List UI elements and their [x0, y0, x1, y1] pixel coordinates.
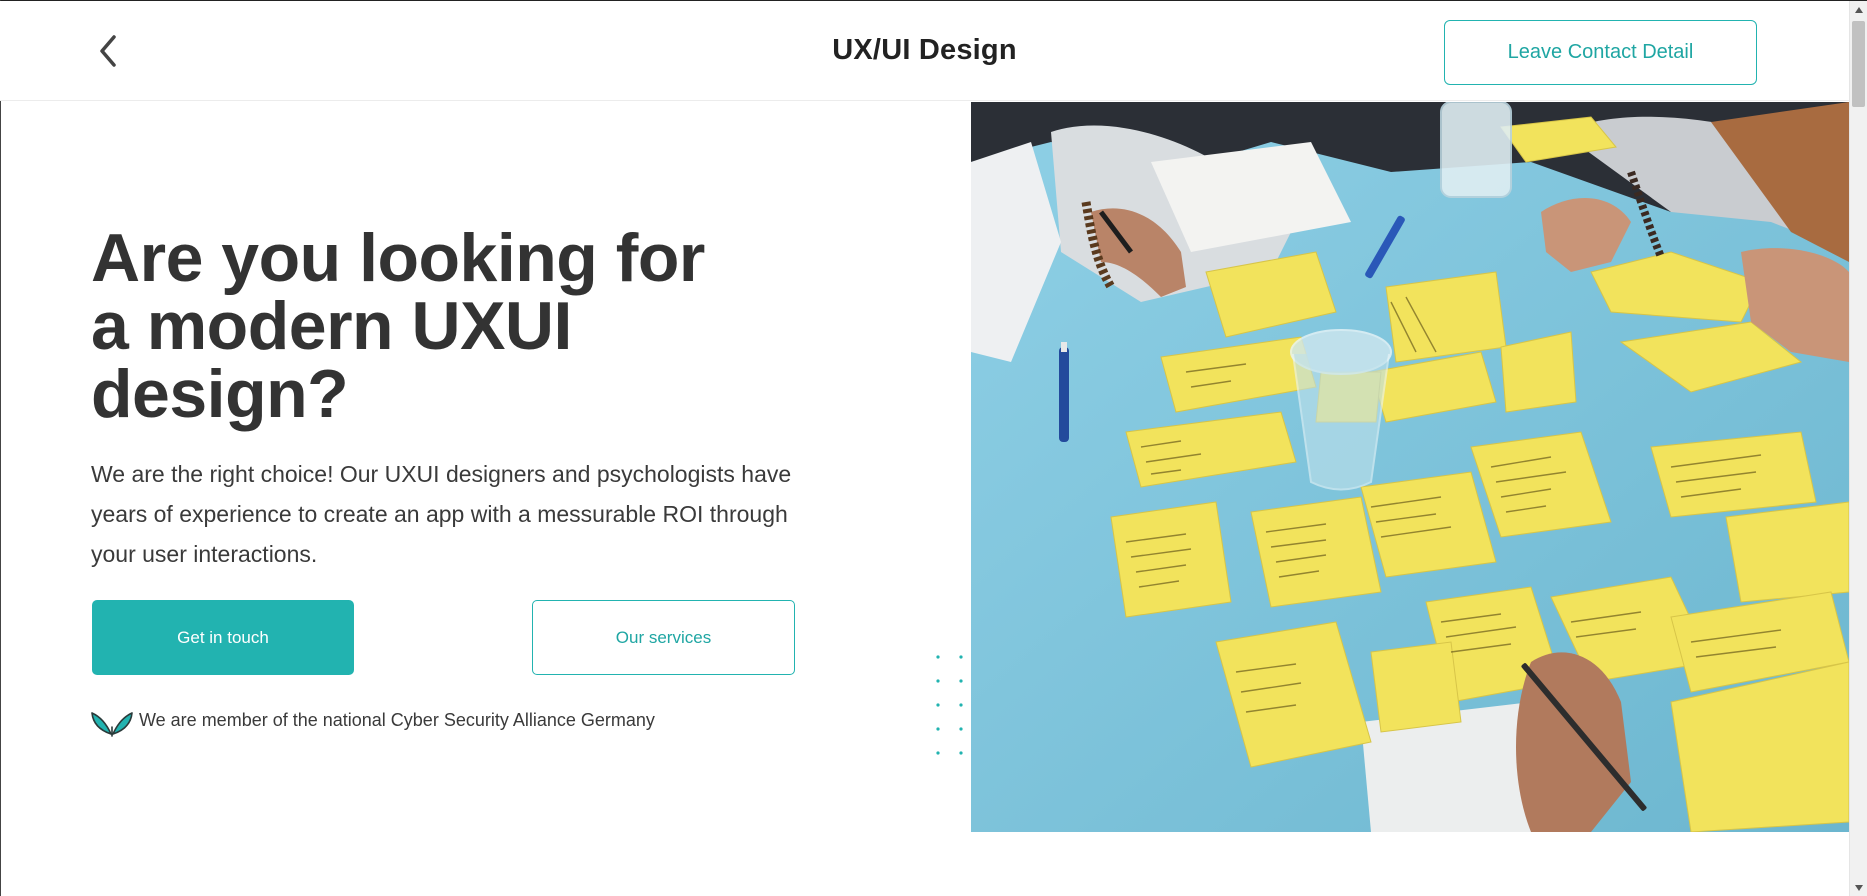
headline-line: Are you looking for [91, 220, 705, 296]
membership-note: We are member of the national Cyber Secu… [91, 702, 655, 738]
description-line: years of experience to create an app wit… [91, 501, 788, 527]
leave-contact-detail-button[interactable]: Leave Contact Detail [1444, 20, 1757, 85]
top-bar: UX/UI Design Leave Contact Detail [0, 1, 1849, 101]
leaf-icon [91, 712, 133, 737]
scroll-up-button[interactable] [1850, 1, 1867, 18]
hero-photo [971, 102, 1849, 832]
our-services-button[interactable]: Our services [532, 600, 795, 675]
hero-description: We are the right choice! Our UXUI design… [91, 454, 811, 574]
hero-headline: Are you looking for a modern UXUI design… [91, 224, 771, 428]
get-in-touch-button[interactable]: Get in touch [92, 600, 354, 675]
dot-grid-decoration [936, 655, 963, 755]
scrollbar-thumb[interactable] [1852, 21, 1865, 107]
membership-text: We are member of the national Cyber Secu… [139, 709, 655, 730]
description-line: your user interactions. [91, 541, 318, 567]
triangle-up-icon [1854, 6, 1863, 13]
description-line: We are the right choice! Our UXUI design… [91, 461, 792, 487]
scroll-down-button[interactable] [1850, 879, 1867, 896]
triangle-down-icon [1854, 884, 1863, 891]
headline-line: a modern UXUI [91, 288, 572, 364]
vertical-scrollbar[interactable] [1849, 1, 1867, 896]
sticky-notes-illustration [971, 102, 1849, 832]
headline-line: design? [91, 356, 349, 432]
